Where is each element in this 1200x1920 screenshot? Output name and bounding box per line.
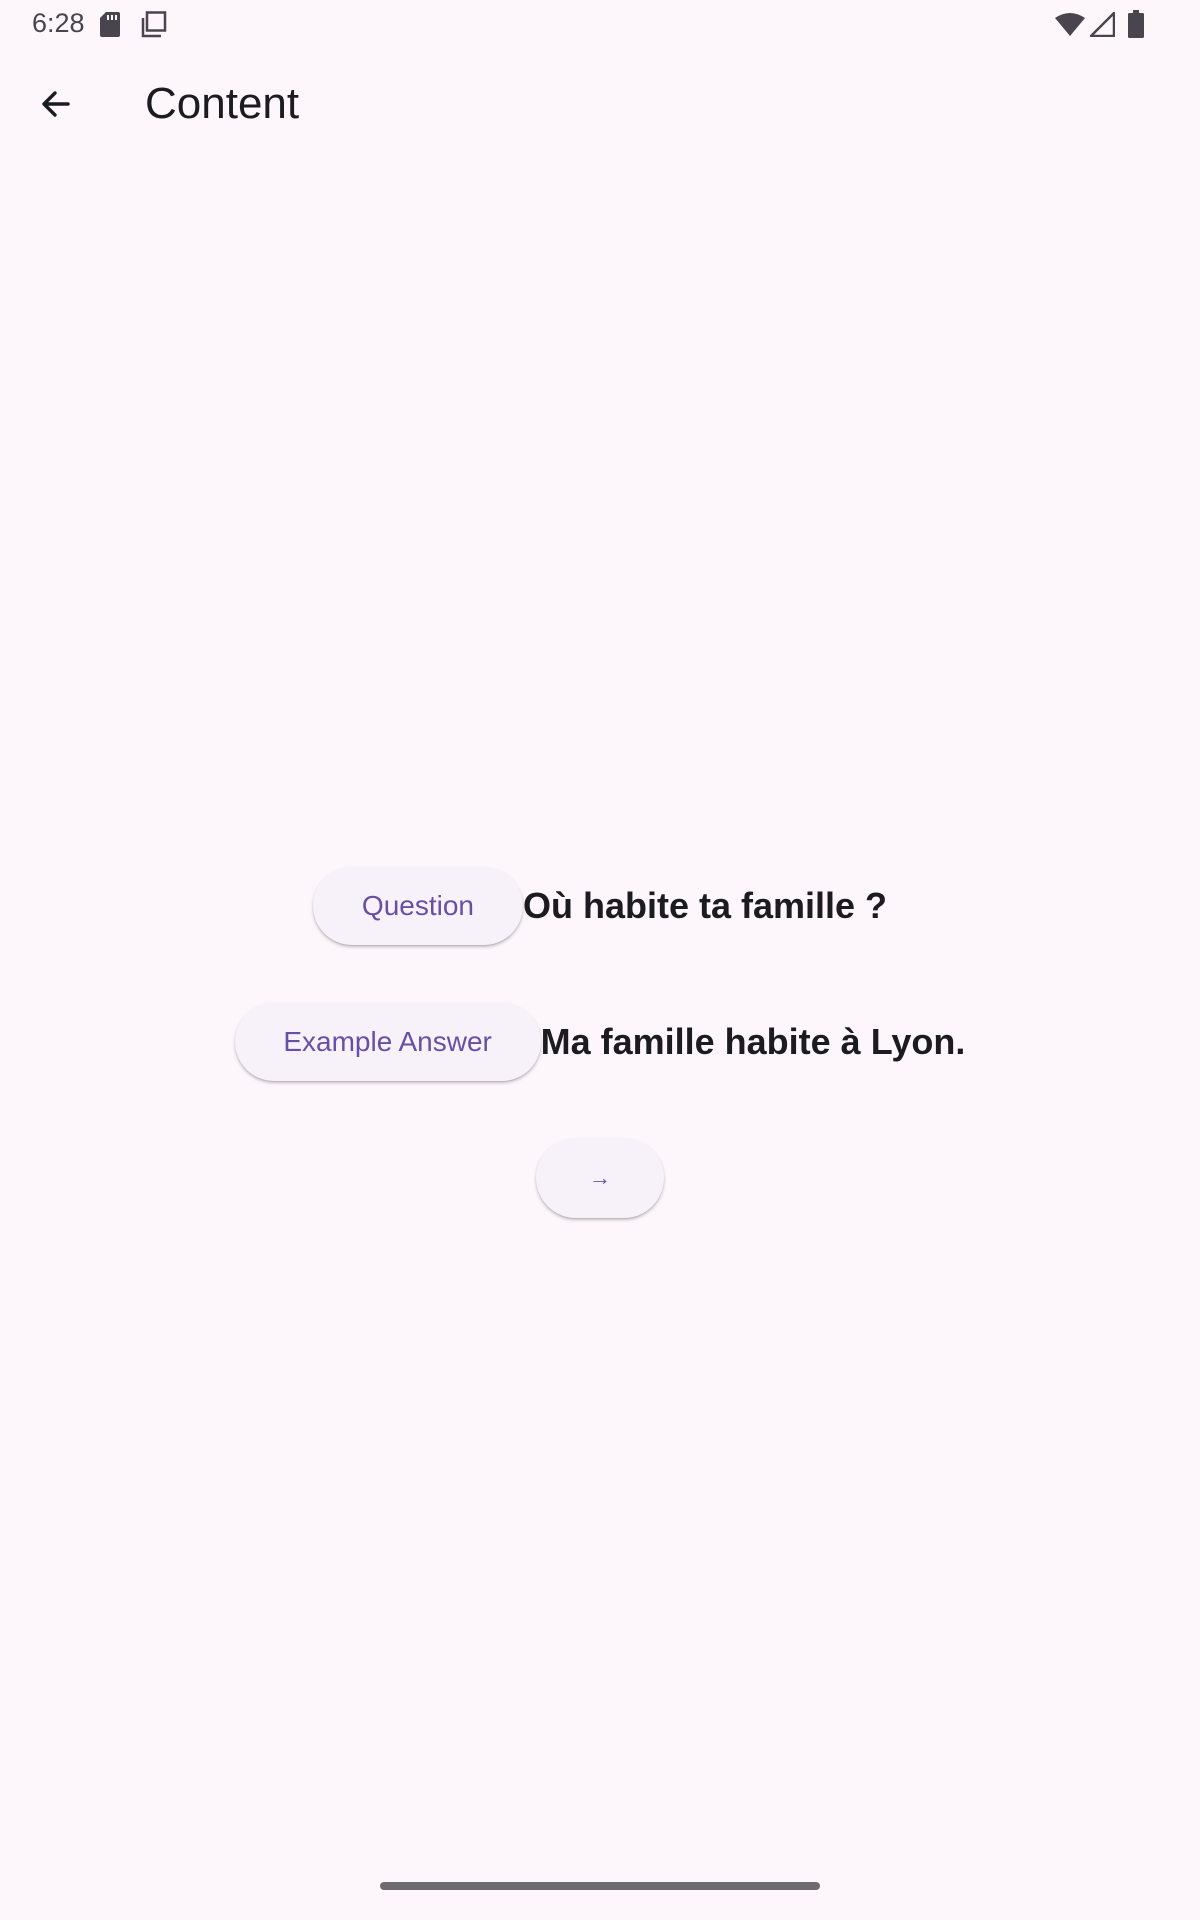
answer-text: Ma famille habite à Lyon. xyxy=(540,1021,966,1062)
question-row: Question Où habite ta famille ? xyxy=(0,866,1200,946)
arrow-back-icon xyxy=(42,91,70,117)
back-button[interactable] xyxy=(28,76,84,132)
status-time: 6:28 xyxy=(32,8,85,38)
status-bar: 6:28 xyxy=(0,0,1200,48)
next-row: → xyxy=(0,1138,1200,1218)
question-button[interactable]: Question xyxy=(312,867,523,945)
app-bar: Content xyxy=(0,48,1200,160)
sd-card-icon xyxy=(100,12,120,37)
copy-icon xyxy=(141,11,167,38)
answer-row: Example Answer Ma famille habite à Lyon. xyxy=(0,1002,1200,1082)
example-answer-button[interactable]: Example Answer xyxy=(234,1003,541,1081)
next-button[interactable]: → xyxy=(536,1138,664,1218)
question-text: Où habite ta famille ? xyxy=(522,885,888,926)
page-title: Content xyxy=(145,79,300,128)
signal-icon xyxy=(1090,12,1115,37)
wifi-icon xyxy=(1055,13,1085,36)
gesture-navigation-bar[interactable] xyxy=(380,1882,820,1890)
battery-icon xyxy=(1128,10,1144,38)
